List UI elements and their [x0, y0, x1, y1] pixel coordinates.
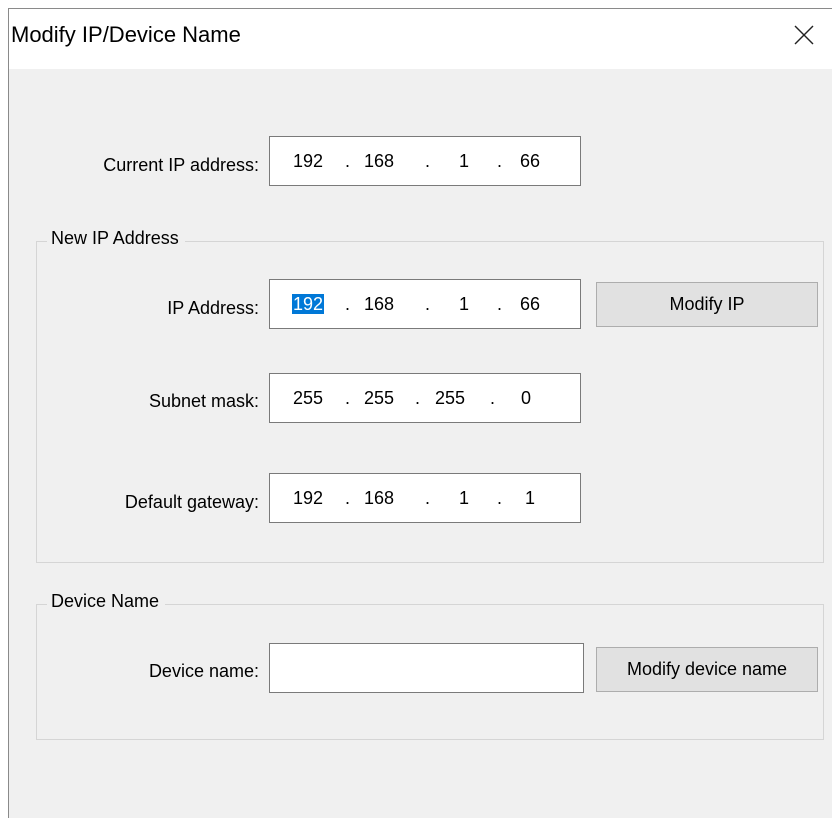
octet-separator: .: [345, 151, 351, 171]
title-bar[interactable]: Modify IP/Device Name: [9, 9, 832, 69]
device-name-input[interactable]: [269, 643, 584, 693]
modify-device-name-button[interactable]: Modify device name: [596, 647, 818, 692]
octet-separator: .: [345, 388, 351, 408]
default-gateway-label: Default gateway:: [124, 492, 259, 512]
current-ip-field[interactable]: 192 . 168 . 1 . 66: [269, 136, 581, 186]
dialog-body: Current IP address: 192 . 168 . 1 . 66 N…: [9, 69, 832, 818]
new-ip-group-title: New IP Address: [47, 228, 185, 249]
ip-octet-3[interactable]: 1: [442, 293, 486, 315]
gateway-octet-4[interactable]: 1: [508, 487, 552, 509]
device-name-label: Device name:: [148, 661, 259, 681]
octet-separator: .: [497, 151, 503, 171]
octet-separator: .: [425, 294, 431, 314]
ip-address-field[interactable]: 192 . 168 . 1 . 66: [269, 279, 581, 329]
gateway-octet-3[interactable]: 1: [442, 487, 486, 509]
ip-octet-1-selected: 192: [291, 294, 325, 314]
octet-separator: .: [425, 151, 431, 171]
device-name-group-title: Device Name: [47, 591, 166, 612]
subnet-octet-4[interactable]: 0: [504, 387, 548, 409]
subnet-octet-3[interactable]: 255: [428, 387, 472, 409]
octet-separator: .: [497, 488, 503, 508]
dialog-window: Modify IP/Device Name Current IP address…: [8, 8, 832, 818]
ip-octet-4[interactable]: 66: [508, 293, 552, 315]
default-gateway-field[interactable]: 192 . 168 . 1 . 1: [269, 473, 581, 523]
octet-separator: .: [497, 294, 503, 314]
subnet-mask-label: Subnet mask:: [148, 391, 259, 411]
ip-octet-2[interactable]: 168: [357, 293, 401, 315]
current-ip-octet-4: 66: [519, 151, 541, 171]
close-icon: [794, 25, 814, 45]
current-ip-octet-3: 1: [458, 151, 469, 171]
current-ip-octet-1: 192: [292, 151, 324, 171]
subnet-octet-1[interactable]: 255: [286, 387, 330, 409]
ip-address-label: IP Address:: [167, 298, 259, 318]
ip-octet-1[interactable]: 192: [286, 293, 330, 315]
octet-separator: .: [345, 488, 351, 508]
subnet-octet-2[interactable]: 255: [357, 387, 401, 409]
close-button[interactable]: [776, 9, 832, 61]
window-title: Modify IP/Device Name: [11, 22, 241, 47]
octet-separator: .: [345, 294, 351, 314]
current-ip-label: Current IP address:: [103, 155, 259, 175]
octet-separator: .: [490, 388, 496, 408]
subnet-mask-field[interactable]: 255 . 255 . 255 . 0: [269, 373, 581, 423]
octet-separator: .: [425, 488, 431, 508]
current-ip-octet-2: 168: [363, 151, 395, 171]
modify-ip-button[interactable]: Modify IP: [596, 282, 818, 327]
gateway-octet-2[interactable]: 168: [357, 487, 401, 509]
octet-separator: .: [415, 388, 421, 408]
gateway-octet-1[interactable]: 192: [286, 487, 330, 509]
